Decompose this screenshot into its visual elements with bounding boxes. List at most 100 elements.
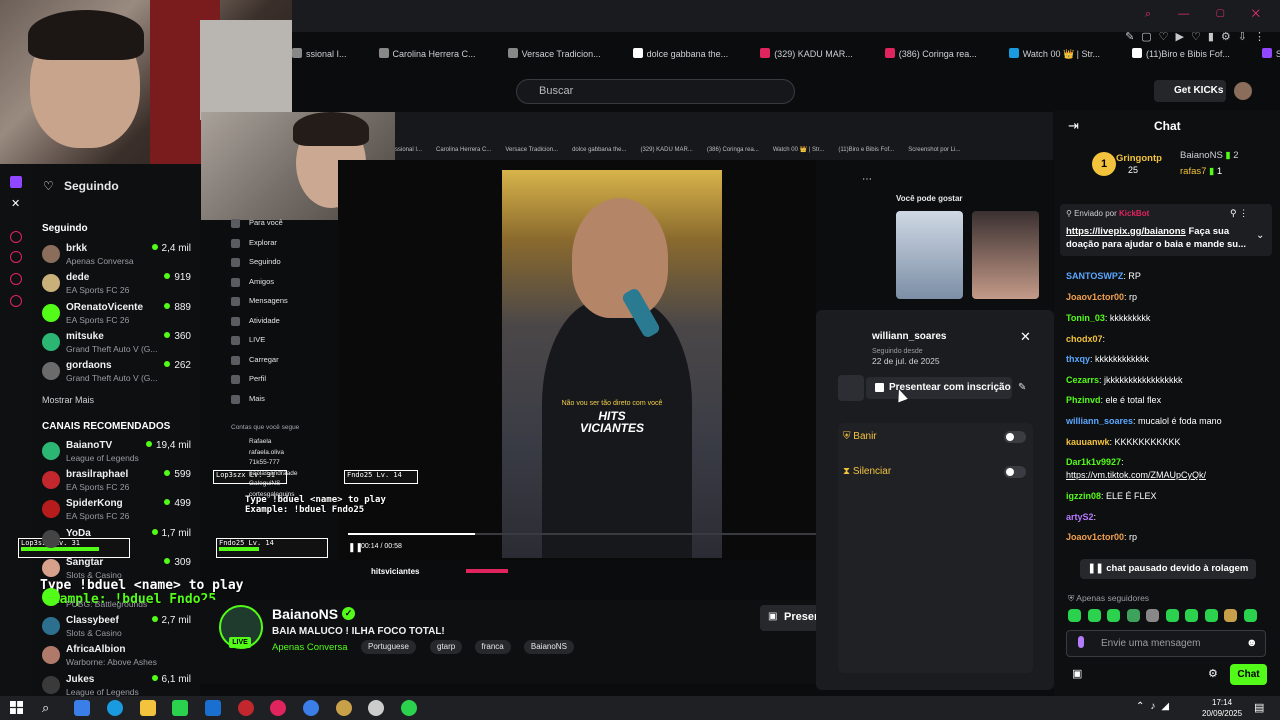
chat-username[interactable]: Tonin_03 [1066,313,1105,323]
taskbar-app-icon[interactable] [368,700,384,716]
rail-icon[interactable] [10,231,22,243]
system-tray-icons[interactable]: ⌃♪◢ [1136,701,1175,712]
more-icon[interactable]: ⋯ [862,174,872,185]
stream-tag[interactable]: franca [474,640,511,654]
chat-message-input[interactable]: Envie uma mensagem [1066,630,1266,657]
taskbar-app-icon[interactable] [74,700,90,716]
sidebar-channel[interactable]: ORenatoVicente EA Sports FC 26 889 [42,302,197,330]
chat-message[interactable]: Dar1k1v9927: [1066,456,1272,468]
mic-icon[interactable] [1078,636,1084,648]
sidebar-channel[interactable]: Jukes League of Legends 6,1 mil [42,674,197,702]
search-icon[interactable]: ⌕ [42,700,49,716]
sidebar-channel[interactable]: BaianoTV League of Legends 19,4 mil [42,440,197,468]
stream-tag[interactable]: gtarp [430,640,463,654]
bookmark[interactable]: ssional I... [292,48,363,59]
taskbar-app-icon[interactable] [303,700,319,716]
chat-message[interactable]: Tonin_03: kkkkkkkkk [1066,312,1272,324]
sidebar-channel[interactable]: mitsuke Grand Theft Auto V (G... 360 [42,331,197,359]
pin-icon[interactable]: ⚲ ⋮ [1230,208,1248,219]
bookmark[interactable]: Versace Tradicion... [507,48,617,59]
silence-action[interactable]: ⧗ Silenciar [843,466,891,477]
taskbar-app-icon[interactable] [140,700,156,716]
bookmark-item[interactable]: Versace Tradicion... [522,49,601,59]
gift-subscription-button[interactable]: Presentear com inscrição [866,377,1012,399]
chat-username[interactable]: Cezarrs [1066,375,1099,385]
gifter-2[interactable]: BaianoNS ▮ 2 [1180,150,1239,161]
chat-message[interactable]: SANTOSWPZ: RP [1066,270,1272,282]
taskbar-app-icon[interactable] [336,700,352,716]
chat-message[interactable]: Joaov1ctor00: rp [1066,291,1272,303]
taskbar-app-icon[interactable] [270,700,286,716]
chat-username[interactable]: igzzin08 [1066,491,1101,501]
emoji-icon[interactable]: ☻ [1246,637,1258,649]
chevron-down-icon[interactable]: ⌄ [1256,230,1264,241]
streamer-name[interactable]: BaianoNS [272,606,338,622]
send-chat-button[interactable]: Chat [1230,664,1267,685]
gift-icon[interactable]: ▣ [1072,667,1082,680]
sidebar-channel[interactable]: Sangtar Slots & Casino 309 [42,557,197,585]
chat-username[interactable]: artyS2 [1066,512,1094,522]
stream-tag[interactable]: BaianoNS [523,640,574,654]
emote-bar[interactable] [1068,609,1263,627]
chat-username[interactable]: Joaov1ctor00 [1066,532,1124,542]
bookmark[interactable]: Carolina Herrera C... [378,48,492,59]
chat-username[interactable]: kauuanwk [1066,437,1110,447]
rail-icon[interactable] [10,273,22,285]
close-icon[interactable]: ✕ [1020,329,1031,345]
search-input[interactable]: Buscar [516,79,795,104]
chat-message[interactable]: thxqy: kkkkkkkkkkkk [1066,353,1272,365]
bookmark[interactable]: (11)Biro e Bibis Fof... [1132,48,1246,59]
bookmark-item[interactable]: (329) KADU MAR... [774,49,853,59]
rail-icon[interactable] [10,251,22,263]
notification-icon[interactable]: ▤ [1254,701,1264,714]
bookmark-item[interactable]: dolce gabbana the... [647,49,729,59]
chat-message[interactable]: Cezarrs: jkkkkkkkkkkkkkkkkk [1066,374,1272,386]
bookmark[interactable]: (329) KADU MAR... [760,48,869,59]
silence-toggle[interactable] [1004,466,1026,478]
stream-tag[interactable]: Portuguese [361,640,416,654]
chat-message[interactable]: artyS2: [1066,511,1272,523]
sidebar-channel[interactable]: gordaons Grand Theft Auto V (G... 262 [42,360,197,388]
chat-username[interactable]: Phzinvd [1066,395,1101,405]
get-kicks-button[interactable]: Get KICKs [1154,80,1226,102]
chat-message[interactable]: kauuanwk: KKKKKKKKKKK [1066,436,1272,448]
sidebar-channel[interactable]: PUBG: Battlegrounds [42,586,197,614]
bookmark[interactable]: dolce gabbana the... [632,48,745,59]
rail-icon[interactable] [10,295,22,307]
suggest-thumbnail[interactable] [896,211,963,299]
video-player[interactable] [502,170,722,558]
window-controls[interactable]: ⌕ — ▢ ✕ [1145,8,1272,21]
bookmark-item[interactable]: (386) Coringa rea... [899,49,977,59]
sidebar-channel[interactable]: brkk Apenas Conversa 2,4 mil [42,243,197,271]
taskbar-app-icon[interactable] [172,700,188,716]
sidebar-channel[interactable]: SpiderKong EA Sports FC 26 499 [42,498,197,526]
gifter-3[interactable]: rafas7 ▮ 1 [1180,166,1222,177]
chat-message[interactable]: igzzin08: ELE É FLEX [1066,490,1272,502]
chat-username[interactable]: thxqy [1066,354,1090,364]
chat-paused-banner[interactable]: ❚❚ chat pausado devido à rolagem [1080,559,1256,579]
chat-message[interactable]: chodx07: [1066,333,1272,345]
chat-username[interactable]: williann_soares [1066,416,1133,426]
bookmark-item[interactable]: (11)Biro e Bibis Fof... [1146,49,1230,59]
chat-message[interactable]: Phzinvd: ele é total flex [1066,394,1272,406]
ban-action[interactable]: ⛨ Banir [843,431,877,442]
chat-message[interactable]: Joaov1ctor00: rp [1066,531,1272,543]
stream-category[interactable]: Apenas Conversa [272,642,348,653]
edit-icon[interactable]: ✎ [1018,382,1026,393]
bookmark-item[interactable]: Carolina Herrera C... [393,49,476,59]
chat-username[interactable]: Joaov1ctor00 [1066,292,1124,302]
bookmark-item[interactable]: Screenshot por Li... [1276,49,1280,59]
bookmark[interactable]: (386) Coringa rea... [884,48,993,59]
chat-message[interactable]: williann_soares: mucalol é foda mano [1066,415,1272,427]
sidebar-channel[interactable]: YoDa 1,7 mil [42,528,197,556]
sidebar-channel[interactable]: AfricaAlbion Warborne: Above Ashes [42,644,197,672]
bookmark-item[interactable]: Watch 00 👑 | Str... [1023,49,1100,60]
gear-icon[interactable]: ⚙ [1208,667,1218,680]
twitch-icon[interactable] [10,176,22,188]
top-gifter-name[interactable]: Gringontp [1116,153,1162,164]
collapse-chat-icon[interactable]: ⇥ [1068,118,1079,134]
suggest-thumbnail[interactable] [972,211,1039,299]
bookmark-item[interactable]: ssional I... [306,49,347,59]
chat-username[interactable]: chodx07 [1066,334,1103,344]
bookmark[interactable]: Watch 00 👑 | Str... [1008,48,1116,60]
